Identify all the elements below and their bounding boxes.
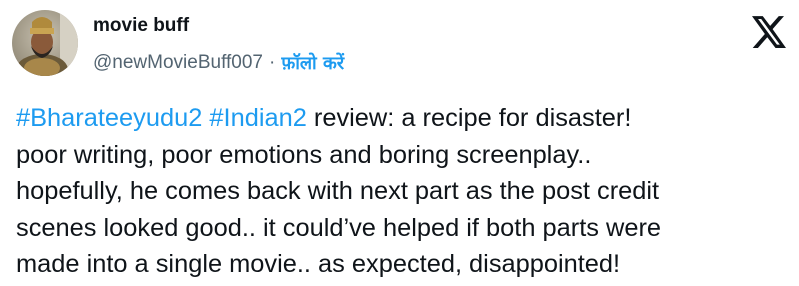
follow-button[interactable]: फ़ॉलो करें	[281, 51, 344, 75]
tweet-line-3: hopefully, he comes back with next part …	[16, 177, 660, 205]
user-avatar[interactable]	[12, 10, 78, 76]
handle-row: @newMovieBuff007 · फ़ॉलो करें	[93, 51, 344, 75]
hashtag-link[interactable]: #Indian2	[209, 104, 306, 132]
tweet-text: #Bharateeyudu2 #Indian2 review: a recipe…	[16, 100, 791, 283]
user-handle[interactable]: @newMovieBuff007	[93, 52, 263, 74]
separator-dot: ·	[268, 52, 276, 73]
tweet-line-5: made into a single movie.. as expected, …	[16, 250, 621, 278]
avatar-image	[12, 10, 78, 76]
tweet-line-1-text: review: a recipe for disaster!	[306, 104, 632, 132]
hashtag-link[interactable]: #Bharateeyudu2	[16, 104, 202, 132]
tweet-line-1: #Bharateeyudu2 #Indian2 review: a recipe…	[16, 100, 791, 137]
display-name[interactable]: movie buff	[93, 15, 189, 37]
tweet-line-2: poor writing, poor emotions and boring s…	[16, 140, 592, 169]
x-logo-icon[interactable]	[752, 16, 786, 48]
tweet-card: movie buff @newMovieBuff007 · फ़ॉलो करें…	[0, 0, 799, 286]
tweet-line-4: scenes looked good.. it could’ve helped …	[16, 213, 662, 242]
